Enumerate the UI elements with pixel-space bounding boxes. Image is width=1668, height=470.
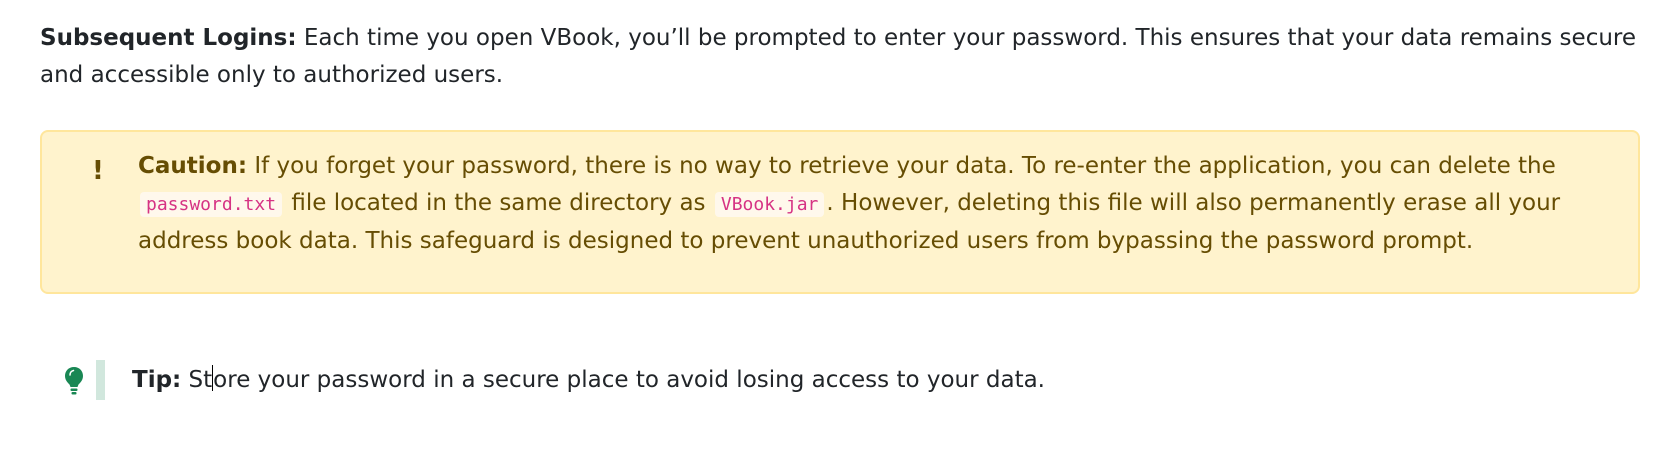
vbook-jar-code: VBook.jar xyxy=(714,192,825,217)
lightbulb-icon xyxy=(64,366,84,396)
tip-text-before-cursor: St xyxy=(188,367,213,393)
caution-text: Caution: If you forget your password, th… xyxy=(138,148,1618,260)
subsequent-logins-label: Subsequent Logins: xyxy=(40,25,297,51)
caution-label: Caution: xyxy=(138,153,248,179)
caution-text-part-2: file located in the same directory as xyxy=(291,190,706,216)
tip-label: Tip: xyxy=(132,367,182,393)
tip-text-after-cursor: ore your password in a secure place to a… xyxy=(213,367,1045,393)
caution-callout: ! Caution: If you forget your password, … xyxy=(40,130,1640,294)
tip-callout: Tip: Store your password in a secure pla… xyxy=(40,360,1640,404)
tip-text[interactable]: Tip: Store your password in a secure pla… xyxy=(132,362,1045,399)
document-page: Subsequent Logins: Each time you open VB… xyxy=(0,0,1668,470)
tip-border-bar xyxy=(96,360,105,400)
subsequent-logins-paragraph: Subsequent Logins: Each time you open VB… xyxy=(40,20,1640,94)
exclamation-icon: ! xyxy=(92,156,104,186)
caution-text-part-1: If you forget your password, there is no… xyxy=(254,153,1556,179)
password-file-code: password.txt xyxy=(140,192,283,217)
